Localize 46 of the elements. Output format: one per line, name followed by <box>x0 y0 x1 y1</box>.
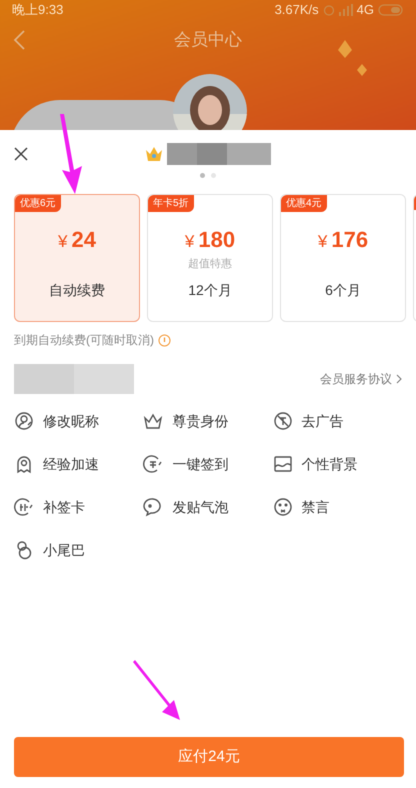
no-ads-icon <box>272 411 293 431</box>
chevron-right-icon[interactable] <box>396 374 402 384</box>
perk-label: 禁言 <box>302 498 330 516</box>
alarm-icon <box>322 4 335 16</box>
person-icon <box>14 411 34 431</box>
network-type: 4G <box>356 1 374 20</box>
plan-card[interactable]: 年卡5折 ¥ 180 超值特惠 12个月 <box>147 194 273 322</box>
currency-symbol: ¥ <box>318 231 328 253</box>
plan-term: 12个月 <box>188 281 232 300</box>
network-speed: 3.67K/s <box>274 1 319 20</box>
calendar-card-icon <box>14 497 34 517</box>
perk-label: 一键签到 <box>172 454 228 474</box>
image-icon <box>272 454 293 474</box>
perk-label: 个性背景 <box>302 454 358 474</box>
agreement-link[interactable]: 会员服务协议 <box>320 370 392 388</box>
status-time: 晚上9:33 <box>12 1 64 20</box>
renew-note: 到期自动续费(可随时取消) <box>14 332 154 349</box>
signal-icon <box>338 4 353 16</box>
perk-label: 尊贵身份 <box>172 412 228 430</box>
plan-card[interactable]: 优惠6元 ¥ 24 自动续费 <box>14 194 140 322</box>
plan-term: 6个月 <box>325 281 361 300</box>
discount-badge: 优惠6元 <box>15 195 61 212</box>
close-icon[interactable] <box>14 147 28 161</box>
crown-icon <box>143 411 164 431</box>
battery-icon <box>378 4 404 16</box>
plan-term: 自动续费 <box>49 281 105 300</box>
price: 24 <box>71 226 96 254</box>
perk-label: 经验加速 <box>43 454 99 474</box>
perk-label: 小尾巴 <box>43 540 85 560</box>
crown-icon <box>145 146 163 162</box>
price: 176 <box>331 226 368 254</box>
perk-label: 去广告 <box>302 412 344 430</box>
price-subtitle: 超值特惠 <box>188 256 232 272</box>
discount-badge: 年卡5折 <box>148 195 194 212</box>
page-title: 会员中心 <box>174 29 242 52</box>
chat-bubble-icon <box>143 497 164 517</box>
currency-symbol: ¥ <box>58 231 68 253</box>
discount-badge: 优惠4元 <box>281 195 327 212</box>
perk-label: 发贴气泡 <box>172 498 228 516</box>
perk-label: 修改昵称 <box>43 412 99 430</box>
currency-symbol: ¥ <box>184 231 194 253</box>
sign-in-icon <box>143 454 164 474</box>
plan-card[interactable]: 优惠4元 ¥ 176 6个月 <box>280 194 406 322</box>
price: 180 <box>198 226 236 254</box>
face-icon <box>272 497 293 517</box>
perk-label: 补签卡 <box>43 498 85 516</box>
